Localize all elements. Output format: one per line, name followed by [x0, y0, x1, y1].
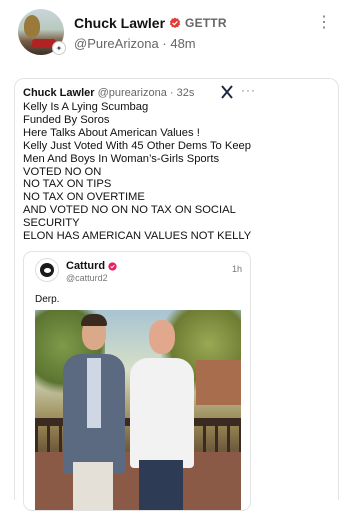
quoted-post-body: Kelly Is A Lying Scumbag Funded By Soros…	[23, 101, 253, 243]
quoted-display-name[interactable]: Chuck Lawler	[23, 87, 95, 99]
quoted-line: Kelly Is A Lying Scumbag	[23, 101, 149, 113]
quoted-time-separator: ·	[169, 87, 174, 99]
time-separator: ·	[162, 36, 167, 51]
x-logo-icon	[221, 85, 233, 99]
quoted-line: ELON HAS AMERICAN VALUES NOT KELLY	[23, 230, 252, 243]
quoted-line: AND VOTED NO ON NO TAX ON SOCIAL	[23, 204, 236, 217]
quoted-line: Here Talks About American Values !	[23, 126, 200, 139]
embedded-text: Derp.	[35, 294, 60, 305]
quoted-post[interactable]: Chuck Lawler @purearizona · 32s ··· Kell…	[14, 78, 339, 511]
embedded-time: 1h	[231, 264, 242, 274]
quoted-more-options-icon[interactable]: ···	[241, 83, 256, 97]
handle-line: @PureArizona · 48m	[74, 36, 196, 51]
photo-person-right-legs	[139, 460, 183, 510]
quoted-post-header: Chuck Lawler @purearizona · 32s	[23, 87, 194, 99]
avatar-tree-shape	[24, 15, 40, 37]
photo-person-left-legs	[73, 462, 113, 510]
verified-badge-icon	[169, 17, 181, 29]
photo-person-left-hair	[81, 314, 107, 326]
avatar-badge-icon: ✦	[52, 41, 66, 55]
more-options-icon[interactable]: ⋮	[316, 12, 333, 32]
photo-person-right	[130, 358, 194, 468]
quoted-line: SECURITY	[23, 217, 80, 230]
embedded-display-name[interactable]: Catturd	[66, 260, 105, 272]
display-name[interactable]: Chuck Lawler	[74, 15, 165, 31]
quoted-handle[interactable]: @purearizona	[98, 87, 167, 99]
quoted-line: Men And Boys In Woman’s-Girls Sports	[23, 152, 220, 165]
handle[interactable]: @PureArizona	[74, 36, 159, 51]
quoted-line: VOTED NO ON	[23, 165, 102, 178]
verified-badge-icon	[108, 261, 117, 271]
embedded-post[interactable]: Catturd @catturd2 1h Derp.	[23, 251, 251, 511]
post-time: 48m	[170, 36, 196, 51]
name-line: Chuck Lawler GETTR	[74, 15, 227, 31]
quoted-line: NO TAX ON OVERTIME	[23, 191, 145, 204]
photo-person-right-head	[149, 320, 175, 354]
photo-building	[196, 360, 241, 405]
quoted-line: Kelly Just Voted With 45 Other Dems To K…	[23, 139, 252, 152]
embedded-name-line: Catturd	[66, 260, 117, 272]
post-header: ✦ Chuck Lawler GETTR @PureArizona · 48m …	[0, 0, 349, 70]
quoted-time: 32s	[176, 87, 195, 99]
quoted-line: Funded By Soros	[23, 113, 110, 126]
platform-label: GETTR	[185, 16, 227, 30]
avatar-cat-face	[44, 268, 51, 273]
photo-person-left-shirt	[87, 358, 101, 428]
embedded-photo[interactable]	[35, 310, 241, 510]
quoted-line: NO TAX ON TIPS	[23, 178, 112, 191]
embedded-handle[interactable]: @catturd2	[66, 273, 108, 283]
catturd-avatar[interactable]	[35, 258, 59, 282]
